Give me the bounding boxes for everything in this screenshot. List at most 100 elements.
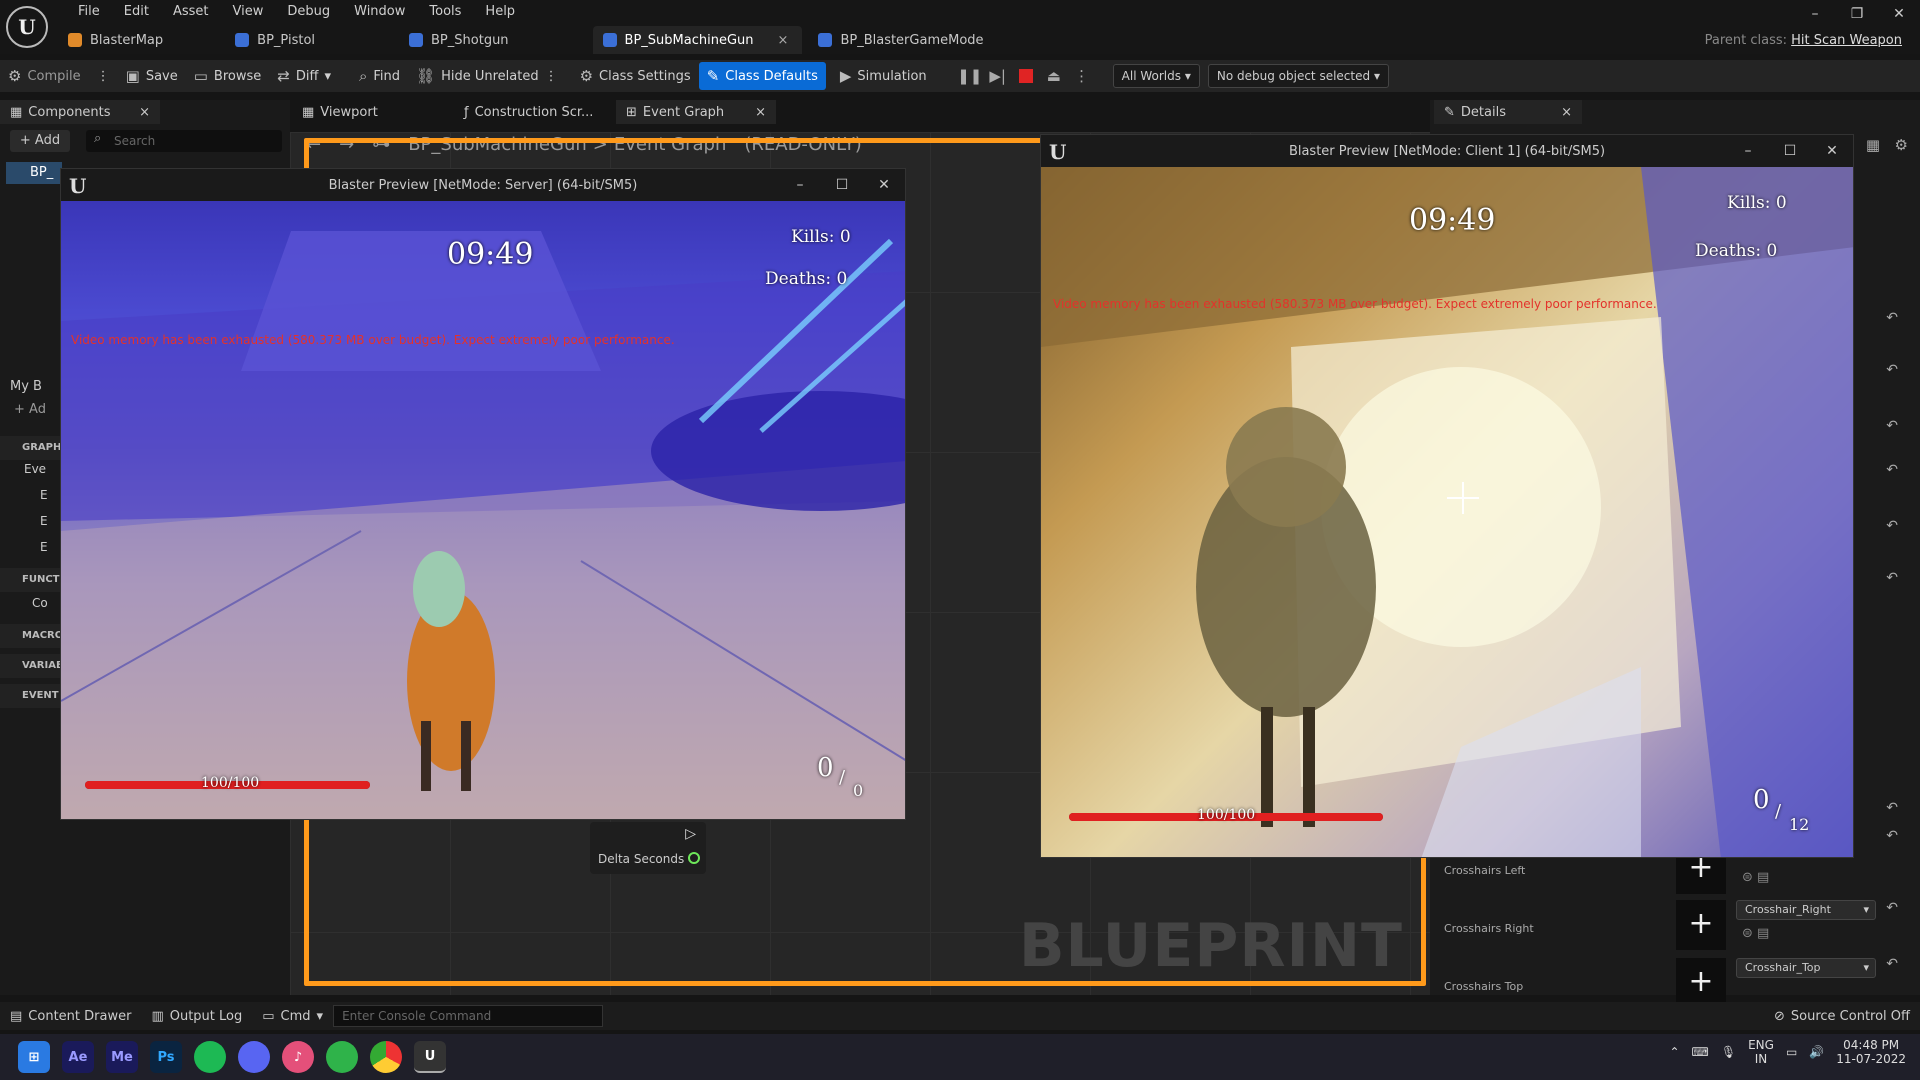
close-icon[interactable]: × [139, 105, 150, 120]
pause-icon[interactable]: ❚❚ [957, 65, 982, 87]
microphone-icon[interactable]: 🎙 [1721, 1045, 1736, 1059]
crosshair-right-thumbnail[interactable]: + [1676, 900, 1726, 950]
tab-details[interactable]: ✎ Details × [1434, 100, 1582, 124]
step-icon[interactable]: ▶| [987, 65, 1009, 87]
server-preview-window[interactable]: U Blaster Preview [NetMode: Server] (64-… [60, 168, 906, 820]
spotify-icon[interactable] [194, 1041, 226, 1073]
event-graph-item[interactable]: Eve [24, 462, 46, 476]
close-icon[interactable]: × [755, 105, 766, 120]
crosshair-right-combo[interactable]: Crosshair_Right ▾ [1736, 900, 1876, 920]
razer-icon[interactable] [326, 1041, 358, 1073]
tab-event-graph[interactable]: ⊞ Event Graph × [616, 100, 776, 124]
server-window-titlebar[interactable]: U Blaster Preview [NetMode: Server] (64-… [61, 169, 905, 201]
compile-button[interactable]: ⚙ Compile [0, 62, 89, 90]
hide-unrelated-button[interactable]: ⛓ Hide Unrelated ⋮ [408, 62, 566, 90]
itunes-icon[interactable]: ♪ [282, 1041, 314, 1073]
reset-icon[interactable]: ↶ [1886, 828, 1898, 844]
add-component-button[interactable]: + Add [10, 130, 70, 152]
reset-icon[interactable]: ↶ [1886, 518, 1898, 534]
more-options-icon[interactable]: ⋮ [545, 69, 558, 84]
reset-icon[interactable]: ↶ [1886, 418, 1898, 434]
menu-tools[interactable]: Tools [417, 2, 473, 22]
client-game-viewport[interactable]: 09:49 Kills: 0 Deaths: 0 Video memory ha… [1041, 167, 1853, 857]
tab-components[interactable]: ▦ Components × [0, 100, 160, 124]
language-indicator[interactable]: ENG IN [1748, 1038, 1774, 1066]
grid-view-icon[interactable]: ▦ [1866, 136, 1880, 154]
crosshair-top-combo[interactable]: Crosshair_Top ▾ [1736, 958, 1876, 978]
reset-icon[interactable]: ↶ [1886, 462, 1898, 478]
add-member-button[interactable]: + Ad [14, 402, 46, 417]
search-input[interactable]: Search [86, 130, 282, 152]
class-defaults-button[interactable]: ✎ Class Defaults [698, 62, 826, 90]
tab-bp-blastergamemode[interactable]: BP_BlasterGameMode [808, 26, 997, 54]
menu-edit[interactable]: Edit [112, 2, 161, 22]
keyboard-icon[interactable]: ⌨ [1692, 1045, 1709, 1059]
section-functions[interactable]: FUNCT [0, 568, 60, 592]
tab-bp-shotgun[interactable]: BP_Shotgun [399, 26, 523, 54]
clock[interactable]: 04:48 PM 11-07-2022 [1836, 1038, 1906, 1066]
tab-viewport[interactable]: ▦ Viewport [292, 100, 388, 124]
restore-icon[interactable]: ❐ [1836, 6, 1878, 22]
menu-debug[interactable]: Debug [275, 2, 342, 22]
unreal-taskbar-icon[interactable]: U [414, 1041, 446, 1073]
maximize-icon[interactable]: ☐ [1769, 135, 1811, 167]
close-tab-icon[interactable]: × [778, 33, 789, 48]
tab-bp-submachinegun[interactable]: BP_SubMachineGun × [592, 26, 803, 54]
event-item[interactable]: E [40, 488, 48, 502]
photoshop-icon[interactable]: Ps [150, 1041, 182, 1073]
parent-class-link[interactable]: Hit Scan Weapon [1791, 33, 1902, 48]
use-asset-icon[interactable]: ⊜ ▤ [1742, 870, 1769, 885]
section-event-dispatchers[interactable]: EVENT [0, 684, 60, 708]
reset-icon[interactable]: ↶ [1886, 362, 1898, 378]
class-settings-button[interactable]: ⚙ Class Settings [572, 62, 699, 90]
menu-asset[interactable]: Asset [161, 2, 221, 22]
world-selector[interactable]: All Worlds ▾ [1112, 64, 1200, 88]
volume-icon[interactable]: 🔊 [1809, 1045, 1824, 1059]
after-effects-icon[interactable]: Ae [62, 1041, 94, 1073]
gear-icon[interactable]: ⚙ [1895, 136, 1908, 154]
reset-icon[interactable]: ↶ [1886, 570, 1898, 586]
tab-my-blueprint[interactable]: My B [0, 374, 52, 398]
menu-view[interactable]: View [221, 2, 276, 22]
output-log-button[interactable]: ▥ Output Log [141, 1009, 252, 1024]
close-icon[interactable]: ✕ [863, 169, 905, 201]
chrome-icon[interactable] [370, 1041, 402, 1073]
eject-icon[interactable]: ⏏ [1043, 65, 1065, 87]
component-root-item[interactable]: BP_ [6, 162, 62, 184]
server-game-viewport[interactable]: 09:49 Kills: 0 Deaths: 0 Video memory ha… [61, 201, 905, 819]
use-asset-icon[interactable]: ⊜ ▤ [1742, 926, 1769, 941]
minimize-icon[interactable]: – [1794, 6, 1836, 22]
section-variables[interactable]: VARIAB [0, 654, 64, 678]
event-item[interactable]: E [40, 540, 48, 554]
source-control-button[interactable]: ⊘ Source Control Off [1764, 1009, 1920, 1024]
reset-icon[interactable]: ↶ [1886, 310, 1898, 326]
crosshair-top-thumbnail[interactable]: + [1676, 958, 1726, 1008]
function-item[interactable]: Co [32, 596, 48, 610]
close-icon[interactable]: × [1561, 105, 1572, 120]
menu-file[interactable]: File [66, 2, 112, 22]
close-icon[interactable]: ✕ [1878, 6, 1920, 22]
minimize-icon[interactable]: – [779, 169, 821, 201]
close-icon[interactable]: ✕ [1811, 135, 1853, 167]
diff-button[interactable]: ⇄ Diff ▾ [269, 62, 339, 90]
find-button[interactable]: ⌕ Find [351, 62, 408, 90]
chevron-up-icon[interactable]: ⌃ [1669, 1045, 1679, 1059]
client-window-titlebar[interactable]: U Blaster Preview [NetMode: Client 1] (6… [1041, 135, 1853, 167]
simulation-button[interactable]: ▶ Simulation [832, 62, 935, 90]
client-preview-window[interactable]: U Blaster Preview [NetMode: Client 1] (6… [1040, 134, 1854, 858]
stop-icon[interactable] [1015, 65, 1037, 87]
save-button[interactable]: ▣ Save [118, 62, 186, 90]
menu-window[interactable]: Window [342, 2, 417, 22]
tab-bp-pistol[interactable]: BP_Pistol [225, 26, 329, 54]
unreal-logo-icon[interactable]: U [6, 6, 48, 48]
console-input[interactable]: Enter Console Command [333, 1005, 604, 1027]
content-drawer-button[interactable]: ▤ Content Drawer [0, 1009, 141, 1024]
display-icon[interactable]: ▭ [1786, 1045, 1797, 1059]
play-options-icon[interactable]: ⋮ [1071, 65, 1093, 87]
section-graphs[interactable]: GRAPH [0, 436, 61, 460]
menu-help[interactable]: Help [473, 2, 527, 22]
reset-icon[interactable]: ↶ [1886, 800, 1898, 816]
media-encoder-icon[interactable]: Me [106, 1041, 138, 1073]
tab-construction-script[interactable]: ƒ Construction Scr... [454, 100, 603, 124]
windows-start-icon[interactable]: ⊞ [18, 1041, 50, 1073]
